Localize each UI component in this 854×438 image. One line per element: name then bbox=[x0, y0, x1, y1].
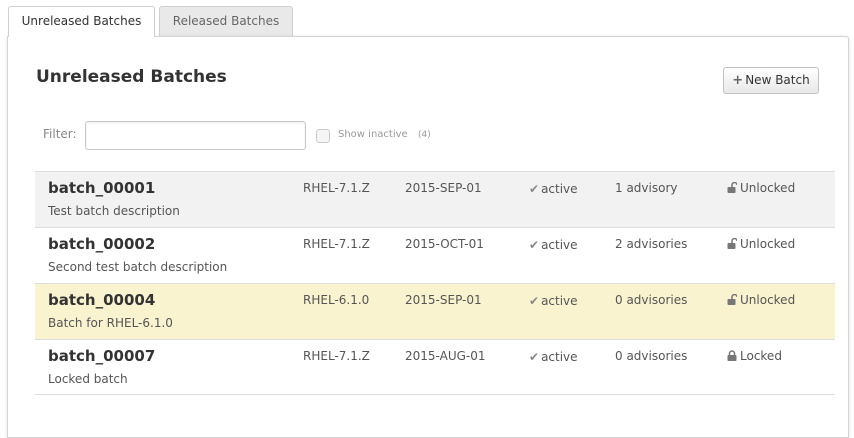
unlock-icon bbox=[727, 182, 737, 193]
batch-state-label: active bbox=[541, 350, 578, 364]
batch-description: Second test batch description bbox=[48, 260, 228, 274]
table-row[interactable]: batch_00001 Test batch description RHEL-… bbox=[35, 171, 835, 227]
lock-icon bbox=[727, 350, 737, 361]
batch-advisories[interactable]: 2 advisories bbox=[615, 237, 687, 251]
show-inactive-checkbox[interactable] bbox=[316, 129, 330, 143]
check-icon: ✔ bbox=[529, 238, 540, 252]
plus-icon: + bbox=[732, 73, 744, 88]
batch-lock-label: Unlocked bbox=[740, 237, 796, 251]
batch-date: 2015-SEP-01 bbox=[405, 181, 482, 195]
filter-label: Filter: bbox=[43, 127, 77, 141]
batch-state-label: active bbox=[541, 238, 578, 252]
batch-lock-status: Unlocked bbox=[727, 237, 795, 251]
batch-lock-status: Locked bbox=[727, 349, 782, 363]
batch-description: Batch for RHEL-6.1.0 bbox=[48, 316, 173, 330]
tab-released-batches[interactable]: Released Batches bbox=[159, 6, 293, 36]
table-row[interactable]: batch_00007 Locked batch RHEL-7.1.Z 2015… bbox=[35, 339, 835, 395]
batch-release: RHEL-7.1.Z bbox=[303, 181, 370, 195]
check-icon: ✔ bbox=[529, 294, 540, 308]
batch-release: RHEL-7.1.Z bbox=[303, 349, 370, 363]
unlock-icon bbox=[727, 238, 737, 249]
table-row[interactable]: batch_00004 Batch for RHEL-6.1.0 RHEL-6.… bbox=[35, 283, 835, 339]
batch-name[interactable]: batch_00007 bbox=[48, 347, 155, 365]
inactive-count: (4) bbox=[418, 130, 431, 140]
batch-state: ✔ active bbox=[529, 182, 578, 196]
batch-lock-status: Unlocked bbox=[727, 293, 795, 307]
new-batch-button[interactable]: + New Batch bbox=[723, 67, 819, 94]
unlock-icon bbox=[727, 294, 737, 305]
batch-name[interactable]: batch_00002 bbox=[48, 235, 155, 253]
batch-state: ✔ active bbox=[529, 238, 578, 252]
batch-description: Locked batch bbox=[48, 372, 128, 386]
batch-state-label: active bbox=[541, 182, 578, 196]
table-row[interactable]: batch_00002 Second test batch descriptio… bbox=[35, 227, 835, 283]
page-title: Unreleased Batches bbox=[36, 67, 227, 87]
batch-date: 2015-OCT-01 bbox=[405, 237, 484, 251]
batch-name[interactable]: batch_00001 bbox=[48, 179, 155, 197]
batch-lock-label: Locked bbox=[740, 349, 782, 363]
batch-advisories[interactable]: 0 advisories bbox=[615, 293, 687, 307]
batch-lock-label: Unlocked bbox=[740, 293, 796, 307]
batch-lock-label: Unlocked bbox=[740, 181, 796, 195]
check-icon: ✔ bbox=[529, 350, 540, 364]
batch-lock-status: Unlocked bbox=[727, 181, 795, 195]
batch-date: 2015-AUG-01 bbox=[405, 349, 486, 363]
batch-state: ✔ active bbox=[529, 350, 578, 364]
batch-name[interactable]: batch_00004 bbox=[48, 291, 155, 309]
batch-state-label: active bbox=[541, 294, 578, 308]
show-inactive-label[interactable]: Show inactive bbox=[338, 129, 408, 140]
batch-release: RHEL-7.1.Z bbox=[303, 237, 370, 251]
batch-state: ✔ active bbox=[529, 294, 578, 308]
new-batch-label: New Batch bbox=[745, 73, 810, 87]
tab-bar: Unreleased Batches Released Batches bbox=[0, 0, 854, 37]
filter-input[interactable] bbox=[85, 121, 306, 150]
batch-advisories[interactable]: 0 advisories bbox=[615, 349, 687, 363]
check-icon: ✔ bbox=[529, 182, 540, 196]
batch-date: 2015-SEP-01 bbox=[405, 293, 482, 307]
batch-description: Test batch description bbox=[48, 204, 180, 218]
tab-unreleased-batches[interactable]: Unreleased Batches bbox=[8, 6, 155, 37]
batch-release: RHEL-6.1.0 bbox=[303, 293, 370, 307]
batch-advisories[interactable]: 1 advisory bbox=[615, 181, 677, 195]
